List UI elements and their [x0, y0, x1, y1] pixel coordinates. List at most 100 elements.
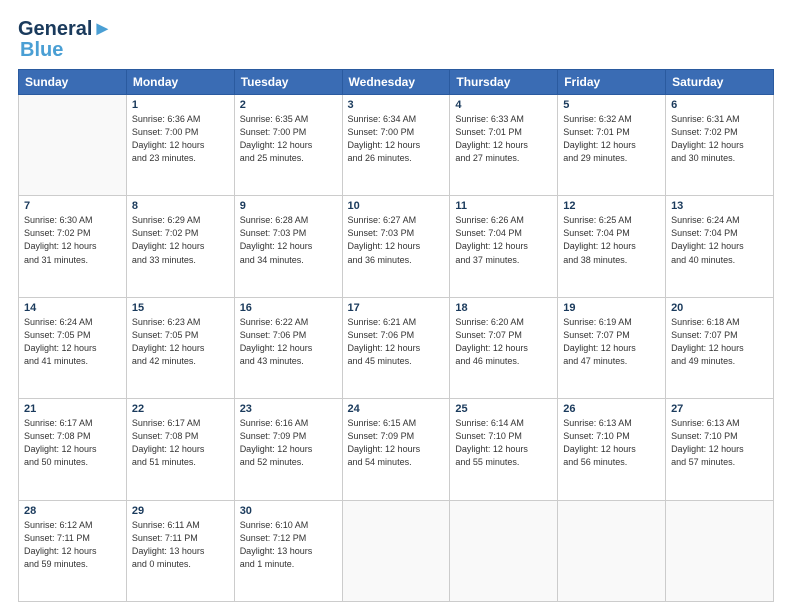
day-number: 24 [348, 403, 445, 415]
day-info: Sunrise: 6:28 AM Sunset: 7:03 PM Dayligh… [240, 214, 337, 266]
day-number: 19 [563, 302, 660, 314]
day-number: 9 [240, 200, 337, 212]
day-info: Sunrise: 6:24 AM Sunset: 7:05 PM Dayligh… [24, 316, 121, 368]
day-info: Sunrise: 6:35 AM Sunset: 7:00 PM Dayligh… [240, 113, 337, 165]
day-number: 15 [132, 302, 229, 314]
day-cell: 10 Sunrise: 6:27 AM Sunset: 7:03 PM Dayli… [342, 196, 450, 297]
day-number: 29 [132, 505, 229, 517]
day-cell: 17 Sunrise: 6:21 AM Sunset: 7:06 PM Dayli… [342, 297, 450, 398]
day-cell: 6 Sunrise: 6:31 AM Sunset: 7:02 PM Daylig… [666, 95, 774, 196]
day-number: 13 [671, 200, 768, 212]
week-row-4: 28Sunrise: 6:12 AM Sunset: 7:11 PM Dayli… [19, 500, 774, 601]
day-number: 25 [455, 403, 552, 415]
day-info: Sunrise: 6:25 AM Sunset: 7:04 PM Dayligh… [563, 214, 660, 266]
day-cell: 29 Sunrise: 6:11 AM Sunset: 7:11 PM Dayli… [126, 500, 234, 601]
logo: General► Blue [18, 18, 112, 59]
calendar: SundayMondayTuesdayWednesdayThursdayFrid… [18, 69, 774, 602]
day-number: 17 [348, 302, 445, 314]
week-row-0: 1 Sunrise: 6:36 AM Sunset: 7:00 PM Daylig… [19, 95, 774, 196]
day-info: Sunrise: 6:26 AM Sunset: 7:04 PM Dayligh… [455, 214, 552, 266]
day-number: 30 [240, 505, 337, 517]
day-cell: 5Sunrise: 6:32 AM Sunset: 7:01 PM Daylig… [558, 95, 666, 196]
day-cell: 30 Sunrise: 6:10 AM Sunset: 7:12 PM Dayli… [234, 500, 342, 601]
week-row-3: 21 Sunrise: 6:17 AM Sunset: 7:08 PM Dayli… [19, 399, 774, 500]
day-number: 26 [563, 403, 660, 415]
day-number: 22 [132, 403, 229, 415]
day-cell: 28Sunrise: 6:12 AM Sunset: 7:11 PM Dayli… [19, 500, 127, 601]
weekday-thursday: Thursday [450, 70, 558, 95]
day-number: 28 [24, 505, 121, 517]
day-info: Sunrise: 6:31 AM Sunset: 7:02 PM Dayligh… [671, 113, 768, 165]
day-number: 21 [24, 403, 121, 415]
day-number: 4 [455, 99, 552, 111]
day-info: Sunrise: 6:22 AM Sunset: 7:06 PM Dayligh… [240, 316, 337, 368]
day-info: Sunrise: 6:13 AM Sunset: 7:10 PM Dayligh… [563, 417, 660, 469]
day-info: Sunrise: 6:16 AM Sunset: 7:09 PM Dayligh… [240, 417, 337, 469]
page: General► Blue SundayMondayTuesdayWednesd… [0, 0, 792, 612]
day-info: Sunrise: 6:23 AM Sunset: 7:05 PM Dayligh… [132, 316, 229, 368]
day-info: Sunrise: 6:34 AM Sunset: 7:00 PM Dayligh… [348, 113, 445, 165]
day-cell: 21 Sunrise: 6:17 AM Sunset: 7:08 PM Dayli… [19, 399, 127, 500]
weekday-sunday: Sunday [19, 70, 127, 95]
day-cell: 24 Sunrise: 6:15 AM Sunset: 7:09 PM Dayli… [342, 399, 450, 500]
weekday-tuesday: Tuesday [234, 70, 342, 95]
day-info: Sunrise: 6:27 AM Sunset: 7:03 PM Dayligh… [348, 214, 445, 266]
day-cell [666, 500, 774, 601]
day-info: Sunrise: 6:11 AM Sunset: 7:11 PM Dayligh… [132, 519, 229, 571]
logo-blue: Blue [20, 41, 63, 59]
day-info: Sunrise: 6:36 AM Sunset: 7:00 PM Dayligh… [132, 113, 229, 165]
day-number: 5 [563, 99, 660, 111]
day-info: Sunrise: 6:21 AM Sunset: 7:06 PM Dayligh… [348, 316, 445, 368]
weekday-saturday: Saturday [666, 70, 774, 95]
day-number: 6 [671, 99, 768, 111]
weekday-monday: Monday [126, 70, 234, 95]
weekday-wednesday: Wednesday [342, 70, 450, 95]
day-cell: 26 Sunrise: 6:13 AM Sunset: 7:10 PM Dayli… [558, 399, 666, 500]
day-cell: 9 Sunrise: 6:28 AM Sunset: 7:03 PM Daylig… [234, 196, 342, 297]
day-cell: 11Sunrise: 6:26 AM Sunset: 7:04 PM Dayli… [450, 196, 558, 297]
day-cell [19, 95, 127, 196]
day-info: Sunrise: 6:14 AM Sunset: 7:10 PM Dayligh… [455, 417, 552, 469]
day-cell: 14 Sunrise: 6:24 AM Sunset: 7:05 PM Dayli… [19, 297, 127, 398]
day-cell: 8Sunrise: 6:29 AM Sunset: 7:02 PM Daylig… [126, 196, 234, 297]
day-cell: 16 Sunrise: 6:22 AM Sunset: 7:06 PM Dayli… [234, 297, 342, 398]
day-cell: 18Sunrise: 6:20 AM Sunset: 7:07 PM Dayli… [450, 297, 558, 398]
day-cell: 27Sunrise: 6:13 AM Sunset: 7:10 PM Dayli… [666, 399, 774, 500]
day-number: 14 [24, 302, 121, 314]
header: General► Blue [18, 18, 774, 59]
day-number: 16 [240, 302, 337, 314]
week-row-1: 7 Sunrise: 6:30 AM Sunset: 7:02 PM Daylig… [19, 196, 774, 297]
day-cell: 1 Sunrise: 6:36 AM Sunset: 7:00 PM Daylig… [126, 95, 234, 196]
day-number: 12 [563, 200, 660, 212]
day-cell: 20 Sunrise: 6:18 AM Sunset: 7:07 PM Dayli… [666, 297, 774, 398]
logo-text: General► [18, 18, 112, 41]
day-info: Sunrise: 6:10 AM Sunset: 7:12 PM Dayligh… [240, 519, 337, 571]
day-cell: 25 Sunrise: 6:14 AM Sunset: 7:10 PM Dayli… [450, 399, 558, 500]
day-cell: 22 Sunrise: 6:17 AM Sunset: 7:08 PM Dayli… [126, 399, 234, 500]
day-info: Sunrise: 6:19 AM Sunset: 7:07 PM Dayligh… [563, 316, 660, 368]
day-number: 7 [24, 200, 121, 212]
day-info: Sunrise: 6:15 AM Sunset: 7:09 PM Dayligh… [348, 417, 445, 469]
day-info: Sunrise: 6:13 AM Sunset: 7:10 PM Dayligh… [671, 417, 768, 469]
day-info: Sunrise: 6:17 AM Sunset: 7:08 PM Dayligh… [24, 417, 121, 469]
day-cell: 3 Sunrise: 6:34 AM Sunset: 7:00 PM Daylig… [342, 95, 450, 196]
calendar-body: 1 Sunrise: 6:36 AM Sunset: 7:00 PM Daylig… [19, 95, 774, 602]
weekday-friday: Friday [558, 70, 666, 95]
day-info: Sunrise: 6:30 AM Sunset: 7:02 PM Dayligh… [24, 214, 121, 266]
day-cell: 2 Sunrise: 6:35 AM Sunset: 7:00 PM Daylig… [234, 95, 342, 196]
day-cell [342, 500, 450, 601]
week-row-2: 14 Sunrise: 6:24 AM Sunset: 7:05 PM Dayli… [19, 297, 774, 398]
day-info: Sunrise: 6:33 AM Sunset: 7:01 PM Dayligh… [455, 113, 552, 165]
day-number: 1 [132, 99, 229, 111]
day-number: 3 [348, 99, 445, 111]
day-number: 2 [240, 99, 337, 111]
day-cell: 7 Sunrise: 6:30 AM Sunset: 7:02 PM Daylig… [19, 196, 127, 297]
day-info: Sunrise: 6:18 AM Sunset: 7:07 PM Dayligh… [671, 316, 768, 368]
day-number: 20 [671, 302, 768, 314]
weekday-header: SundayMondayTuesdayWednesdayThursdayFrid… [19, 70, 774, 95]
day-cell: 4 Sunrise: 6:33 AM Sunset: 7:01 PM Daylig… [450, 95, 558, 196]
day-number: 10 [348, 200, 445, 212]
day-cell [558, 500, 666, 601]
day-cell: 19 Sunrise: 6:19 AM Sunset: 7:07 PM Dayli… [558, 297, 666, 398]
day-info: Sunrise: 6:17 AM Sunset: 7:08 PM Dayligh… [132, 417, 229, 469]
